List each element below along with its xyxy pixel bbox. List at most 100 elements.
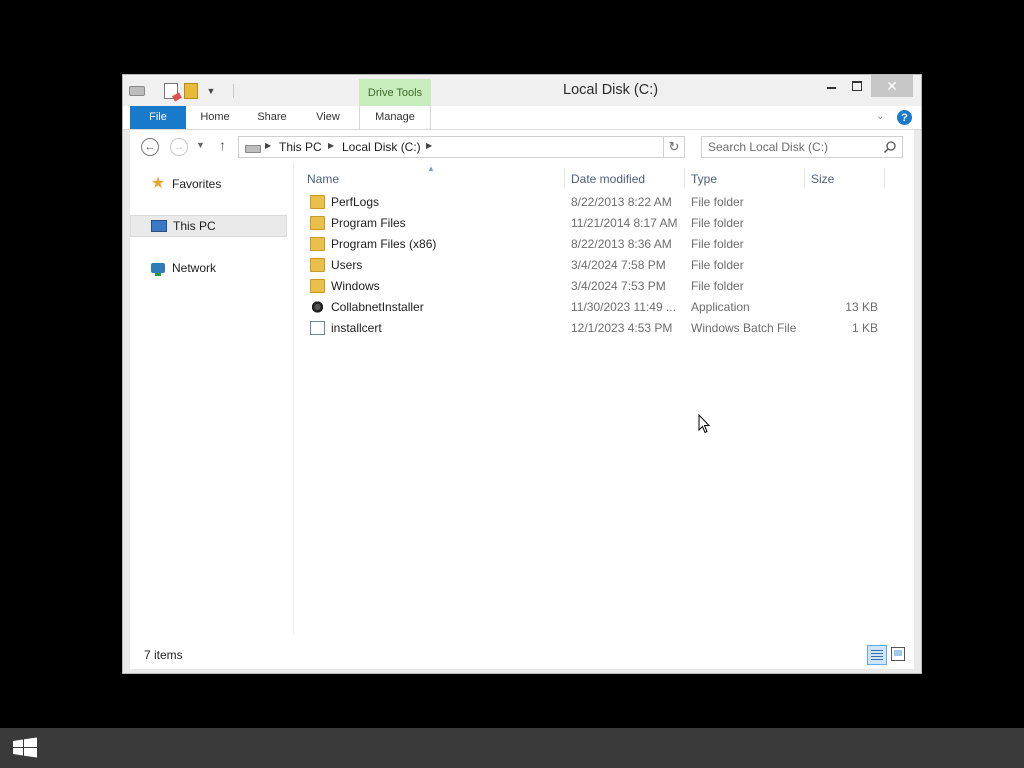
file-name: Windows <box>331 279 380 293</box>
computer-icon <box>151 218 167 234</box>
column-divider[interactable] <box>684 168 685 188</box>
refresh-button[interactable]: ↻ <box>663 136 685 158</box>
minimize-icon <box>826 87 836 89</box>
folder-icon <box>310 195 325 209</box>
large-icons-view-icon[interactable] <box>891 647 905 661</box>
file-name: installcert <box>331 321 382 335</box>
tab-home[interactable]: Home <box>189 106 241 129</box>
tab-file[interactable]: File <box>130 106 186 129</box>
column-header-date-modified[interactable]: Date modified <box>571 172 645 186</box>
title-bar[interactable]: ▼ Drive Tools Local Disk (C:) ✕ <box>123 75 921 106</box>
tab-view[interactable]: View <box>303 106 353 129</box>
file-name: Program Files <box>331 216 406 230</box>
close-button[interactable]: ✕ <box>871 75 913 97</box>
up-arrow-icon[interactable]: ↑ <box>219 137 226 153</box>
quick-access-toolbar: ▼ <box>129 81 234 101</box>
breadcrumb-chevron-icon[interactable]: ▶ <box>328 141 334 150</box>
minimize-button[interactable] <box>818 75 844 97</box>
address-bar[interactable]: ▶ This PC ▶ Local Disk (C:) ▶ ⌄ <box>238 136 682 158</box>
batch-file-icon <box>310 321 325 335</box>
file-row[interactable]: installcert 12/1/2023 4:53 PM Windows Ba… <box>300 318 900 339</box>
file-row[interactable]: CollabnetInstaller 11/30/2023 11:49 ... … <box>300 297 900 318</box>
file-date: 8/22/2013 8:22 AM <box>571 195 672 209</box>
new-folder-icon[interactable] <box>183 83 199 99</box>
file-name: CollabnetInstaller <box>331 300 424 314</box>
search-box[interactable] <box>701 136 903 158</box>
sidebar-item-label: Favorites <box>172 177 222 191</box>
customize-toolbar-icon[interactable]: ▼ <box>203 83 219 99</box>
sidebar-item-this-pc[interactable]: This PC <box>130 215 287 237</box>
search-input[interactable] <box>708 139 878 155</box>
file-size: 13 KB <box>845 300 878 314</box>
file-name: Program Files (x86) <box>331 237 437 251</box>
mouse-pointer-icon <box>698 414 710 434</box>
windows-start-icon[interactable] <box>10 736 40 760</box>
search-icon[interactable] <box>883 140 897 154</box>
properties-icon[interactable] <box>163 83 179 99</box>
tab-manage[interactable]: Manage <box>359 106 431 129</box>
drive-tools-label: Drive Tools <box>359 79 431 106</box>
recent-locations-chevron-icon[interactable]: ▼ <box>196 140 205 150</box>
breadcrumb-this-pc[interactable]: This PC <box>279 140 322 154</box>
file-type: File folder <box>691 258 744 272</box>
file-type: Application <box>691 300 750 314</box>
navigation-pane: ★ Favorites This PC Network <box>130 164 294 634</box>
forward-arrow-icon: → <box>173 141 185 153</box>
sort-ascending-icon: ▲ <box>427 164 435 173</box>
taskbar <box>0 728 1024 768</box>
sidebar-item-favorites[interactable]: ★ Favorites <box>130 173 287 195</box>
tab-share[interactable]: Share <box>247 106 297 129</box>
network-icon <box>150 260 166 276</box>
file-row[interactable]: PerfLogs 8/22/2013 8:22 AM File folder <box>300 192 900 213</box>
file-name: PerfLogs <box>331 195 380 209</box>
breadcrumb-chevron-icon[interactable]: ▶ <box>265 141 271 150</box>
file-row[interactable]: Program Files (x86) 8/22/2013 8:36 AM Fi… <box>300 234 900 255</box>
folder-icon <box>310 216 325 230</box>
item-count: 7 items <box>144 648 183 662</box>
navigation-bar: ← → ▼ ↑ ▶ This PC ▶ Local Disk (C:) ▶ ⌄ … <box>130 130 914 164</box>
column-header-name[interactable]: Name <box>307 172 339 186</box>
folder-icon <box>310 237 325 251</box>
file-date: 3/4/2024 7:58 PM <box>571 258 666 272</box>
expand-ribbon-chevron-icon[interactable]: ⌄ <box>876 111 884 122</box>
file-row[interactable]: Windows 3/4/2024 7:53 PM File folder <box>300 276 900 297</box>
refresh-icon: ↻ <box>668 139 680 154</box>
file-type: File folder <box>691 279 744 293</box>
sidebar-item-label: This PC <box>173 219 216 233</box>
drive-icon <box>245 145 261 153</box>
file-type: File folder <box>691 237 744 251</box>
breadcrumb-local-disk[interactable]: Local Disk (C:) <box>342 140 421 154</box>
breadcrumb-chevron-icon[interactable]: ▶ <box>426 141 432 150</box>
column-divider[interactable] <box>804 168 805 188</box>
file-size: 1 KB <box>851 321 878 335</box>
close-icon: ✕ <box>886 77 898 94</box>
file-date: 11/30/2023 11:49 ... <box>571 300 676 314</box>
file-row[interactable]: Program Files 11/21/2014 8:17 AM File fo… <box>300 213 900 234</box>
column-divider[interactable] <box>884 168 885 188</box>
sidebar-item-network[interactable]: Network <box>130 257 287 279</box>
maximize-button[interactable] <box>844 75 870 97</box>
details-view-icon[interactable] <box>867 645 887 665</box>
content-area: ← → ▼ ↑ ▶ This PC ▶ Local Disk (C:) ▶ ⌄ … <box>130 130 914 669</box>
star-icon: ★ <box>150 175 166 192</box>
sidebar-item-label: Network <box>172 261 217 275</box>
column-header-size[interactable]: Size <box>811 172 834 186</box>
ribbon-tab-bar: File Home Share View Manage ⌄ ? <box>123 106 921 130</box>
drive-icon <box>129 83 145 99</box>
file-date: 8/22/2013 8:36 AM <box>571 237 672 251</box>
explorer-window: ▼ Drive Tools Local Disk (C:) ✕ File Hom… <box>122 74 922 674</box>
file-date: 12/1/2023 4:53 PM <box>571 321 673 335</box>
status-bar: 7 items <box>123 645 921 669</box>
toolbar-divider <box>233 84 234 98</box>
forward-button[interactable]: → <box>170 138 188 156</box>
column-divider[interactable] <box>564 168 565 188</box>
file-type: Windows Batch File <box>691 321 797 335</box>
file-date: 3/4/2024 7:53 PM <box>571 279 666 293</box>
application-icon <box>310 300 325 314</box>
file-date: 11/21/2014 8:17 AM <box>571 216 678 230</box>
help-icon[interactable]: ? <box>897 110 912 125</box>
file-name: Users <box>331 258 363 272</box>
file-row[interactable]: Users 3/4/2024 7:58 PM File folder <box>300 255 900 276</box>
column-header-type[interactable]: Type <box>691 172 717 186</box>
back-button[interactable]: ← <box>141 138 159 156</box>
